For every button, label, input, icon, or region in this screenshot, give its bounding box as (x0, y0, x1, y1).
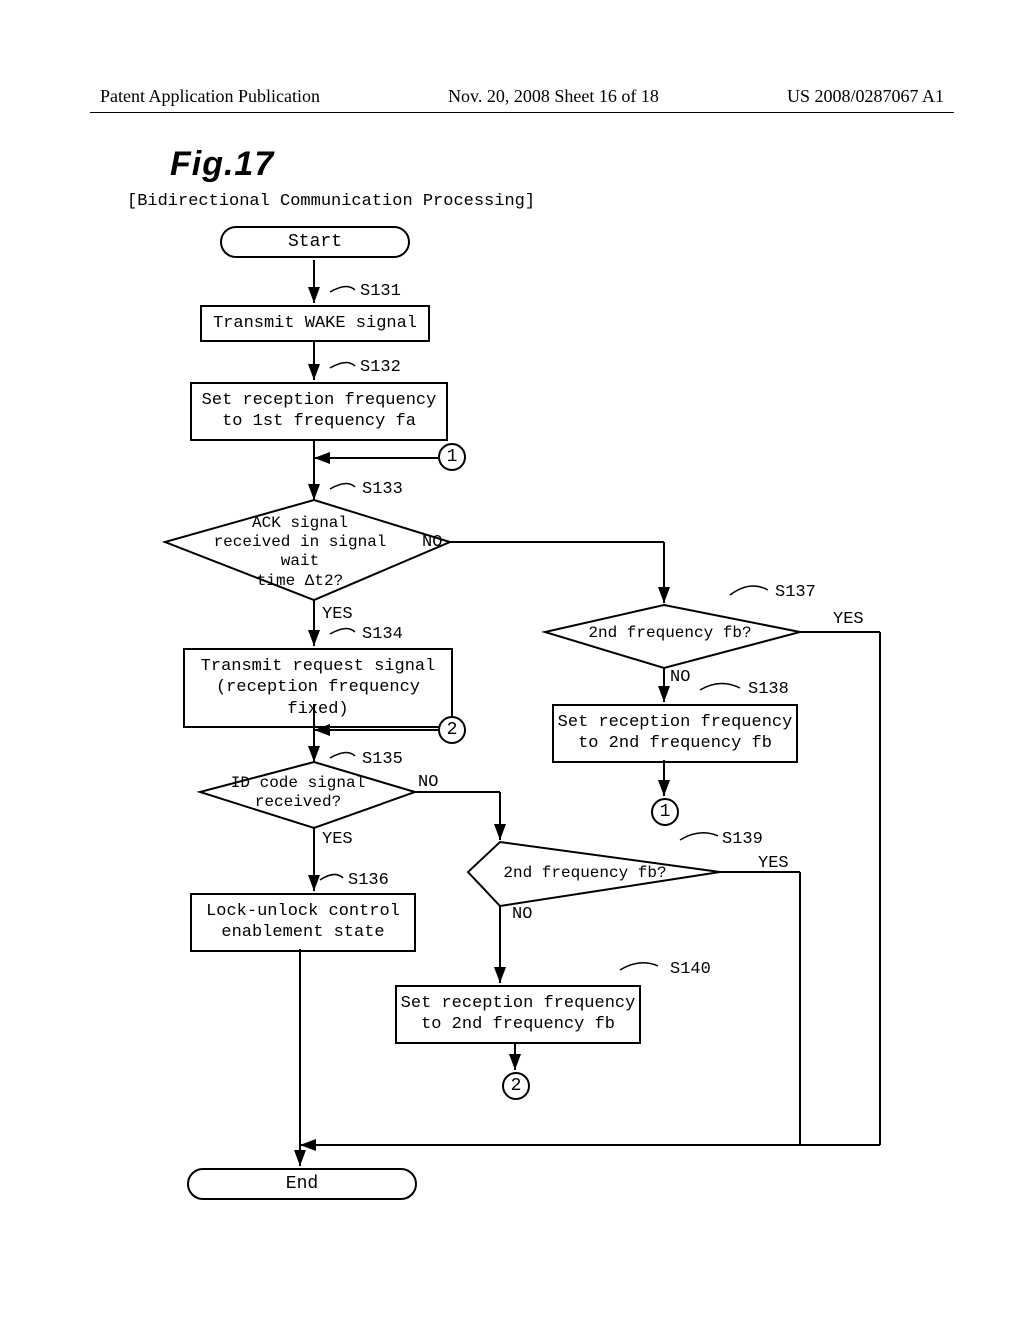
s137-label: S137 (775, 583, 816, 602)
s138-text1: Set reception frequency (558, 713, 793, 732)
s132-text1: Set reception frequency (202, 391, 437, 410)
connector-1-in: 1 (438, 443, 466, 471)
flowchart: Start S131 Transmit WAKE signal S132 Set… (0, 0, 1024, 1320)
s136-process: Lock-unlock control enablement state (190, 893, 416, 952)
s140-process: Set reception frequency to 2nd frequency… (395, 985, 641, 1044)
s139-label: S139 (722, 830, 763, 849)
s133-yes: YES (322, 605, 353, 624)
connector-1-out: 1 (651, 798, 679, 826)
s132-label: S132 (360, 358, 401, 377)
s135-no: NO (418, 773, 438, 792)
s138-process: Set reception frequency to 2nd frequency… (552, 704, 798, 763)
s140-text2: to 2nd frequency fb (421, 1015, 615, 1034)
end-label: End (286, 1174, 318, 1194)
s138-label: S138 (748, 680, 789, 699)
s133-decision-text: ACK signal received in signal wait time … (190, 514, 410, 591)
end-terminal: End (187, 1168, 417, 1200)
flow-lines (0, 0, 1024, 1320)
s139-yes: YES (758, 854, 789, 873)
s131-text: Transmit WAKE signal (213, 314, 417, 333)
s133-no: NO (422, 533, 442, 552)
connector-2-out: 2 (502, 1072, 530, 1100)
s135-decision-text: ID code signal received? (208, 774, 388, 812)
s135-label: S135 (362, 750, 403, 769)
s137-decision-text: 2nd frequency fb? (580, 624, 760, 642)
s137-no: NO (670, 668, 690, 687)
s136-text1: Lock-unlock control (206, 902, 400, 921)
s140-text1: Set reception frequency (401, 994, 636, 1013)
s134-text2: (reception frequency fixed) (216, 678, 420, 718)
s133-label: S133 (362, 480, 403, 499)
s137-yes: YES (833, 610, 864, 629)
s134-label: S134 (362, 625, 403, 644)
s131-label: S131 (360, 282, 401, 301)
s132-process: Set reception frequency to 1st frequency… (190, 382, 448, 441)
s139-decision-text: 2nd frequency fb? (495, 864, 675, 882)
s136-text2: enablement state (221, 923, 384, 942)
s139-no: NO (512, 905, 532, 924)
s134-text1: Transmit request signal (201, 657, 436, 676)
s134-process: Transmit request signal (reception frequ… (183, 648, 453, 728)
start-label: Start (288, 232, 342, 252)
connector-2-in: 2 (438, 716, 466, 744)
start-terminal: Start (220, 226, 410, 258)
s138-text2: to 2nd frequency fb (578, 734, 772, 753)
s131-process: Transmit WAKE signal (200, 305, 430, 342)
s135-yes: YES (322, 830, 353, 849)
s140-label: S140 (670, 960, 711, 979)
s136-label: S136 (348, 871, 389, 890)
s132-text2: to 1st frequency fa (222, 412, 416, 431)
